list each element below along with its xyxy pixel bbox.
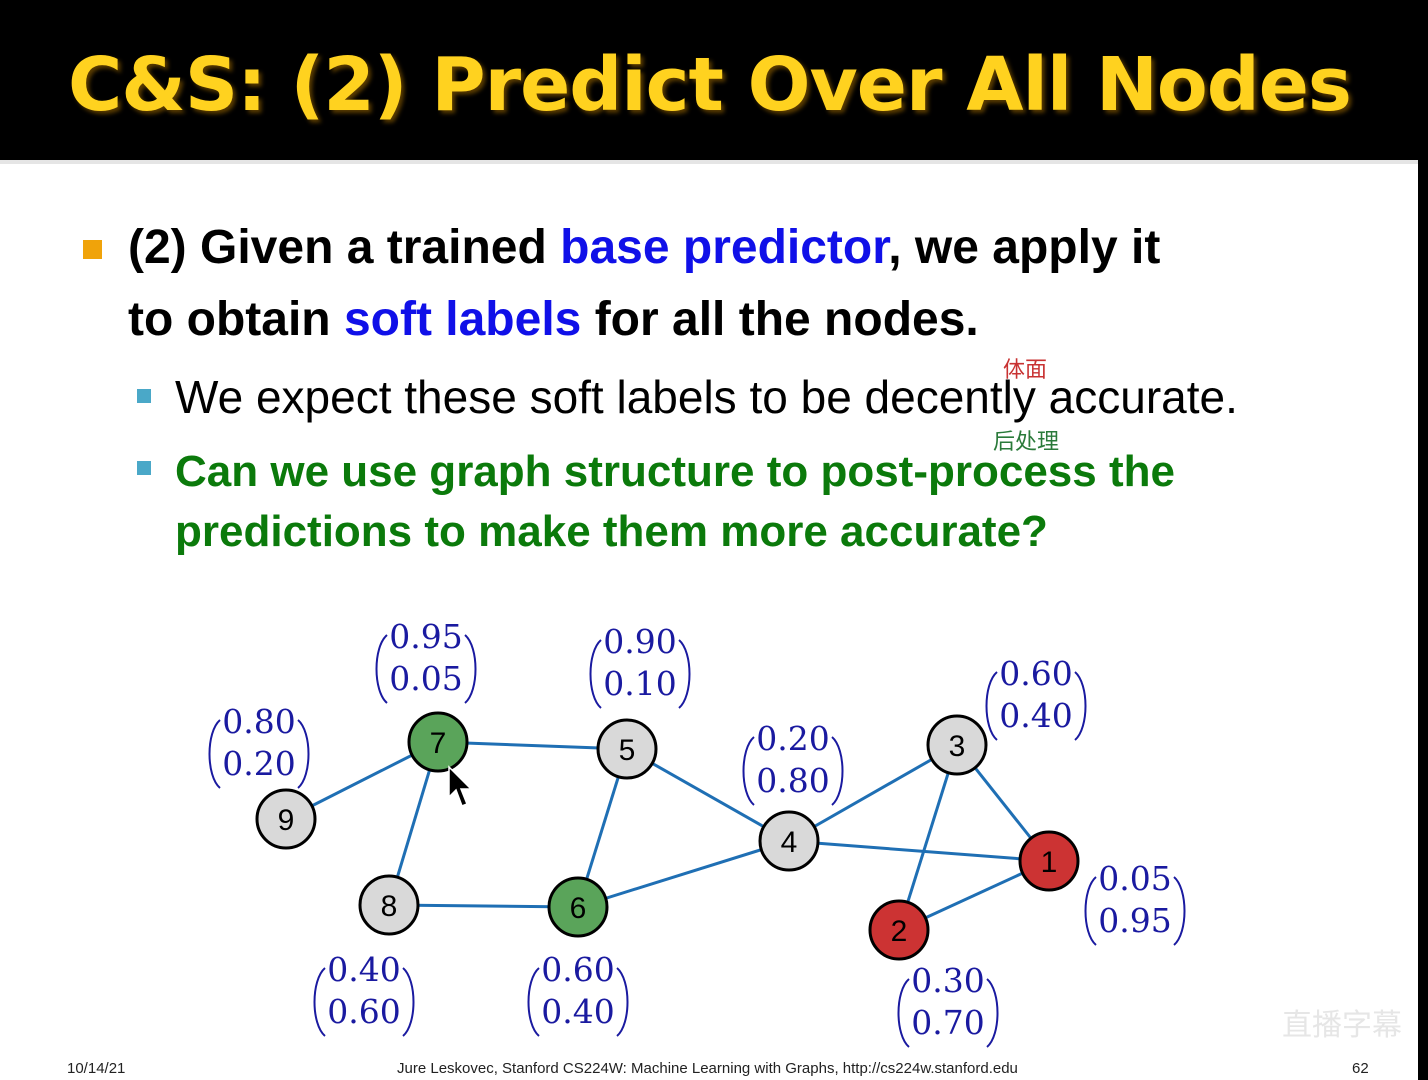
node-label: 8: [381, 890, 398, 923]
prob-vector-8: 0.400.60: [313, 950, 415, 1037]
prob-value: 0.05: [1098, 859, 1171, 898]
node-7: 7: [407, 711, 469, 773]
prob-value: 0.70: [911, 1003, 984, 1042]
prob-value: 0.60: [327, 992, 400, 1031]
node-6: 6: [547, 876, 609, 938]
node-label: 1: [1041, 846, 1058, 879]
prob-vector-6: 0.600.40: [527, 950, 629, 1037]
node-3: 3: [926, 714, 988, 776]
prob-value: 0.95: [1098, 901, 1171, 940]
graph-nodes: 1 2 3 4 5 6 7 8 9: [255, 711, 1080, 961]
prob-vector-3: 0.600.40: [985, 654, 1087, 741]
node-label: 4: [781, 826, 798, 859]
probability-vectors: 0.050.950.300.700.600.400.200.800.900.10…: [208, 617, 1186, 1048]
prob-value: 0.80: [756, 761, 829, 800]
prob-value: 0.80: [222, 702, 295, 741]
node-4: 4: [758, 810, 820, 872]
prob-value: 0.30: [911, 961, 984, 1000]
prob-value: 0.60: [999, 654, 1072, 693]
node-1: 1: [1018, 830, 1080, 892]
prob-value: 0.20: [222, 744, 295, 783]
prob-vector-9: 0.800.20: [208, 702, 310, 789]
node-label: 3: [949, 730, 966, 763]
prob-vector-4: 0.200.80: [742, 719, 844, 806]
prob-value: 0.05: [389, 659, 462, 698]
prob-vector-7: 0.950.05: [375, 617, 477, 704]
prob-value: 0.20: [756, 719, 829, 758]
prob-vector-2: 0.300.70: [897, 961, 999, 1048]
edge-6-4: [577, 839, 790, 909]
edge-4-1: [788, 839, 1050, 863]
prob-value: 0.90: [603, 622, 676, 661]
node-9: 9: [255, 788, 317, 850]
prob-value: 0.40: [541, 992, 614, 1031]
node-2: 2: [868, 899, 930, 961]
graph-diagram: 0.050.950.300.700.600.400.200.800.900.10…: [208, 617, 1186, 1048]
footer-credit: Jure Leskovec, Stanford CS224W: Machine …: [397, 1060, 1018, 1077]
prob-value: 0.60: [541, 950, 614, 989]
node-label: 2: [891, 915, 908, 948]
prob-value: 0.95: [389, 617, 462, 656]
page-number: 62: [1352, 1060, 1369, 1077]
node-label: 7: [430, 727, 447, 760]
prob-vector-1: 0.050.95: [1084, 859, 1186, 946]
node-label: 6: [570, 892, 587, 925]
node-8: 8: [358, 874, 420, 936]
node-label: 5: [619, 734, 636, 767]
prob-value: 0.40: [327, 950, 400, 989]
footer-date: 10/14/21: [67, 1060, 126, 1077]
prob-vector-5: 0.900.10: [589, 622, 691, 709]
node-5: 5: [596, 718, 658, 780]
prob-value: 0.10: [603, 664, 676, 703]
node-label: 9: [278, 804, 295, 837]
mouse-cursor-icon: [448, 765, 473, 807]
prob-value: 0.40: [999, 696, 1072, 735]
subtitle-watermark: 直播字幕: [1282, 1009, 1402, 1042]
